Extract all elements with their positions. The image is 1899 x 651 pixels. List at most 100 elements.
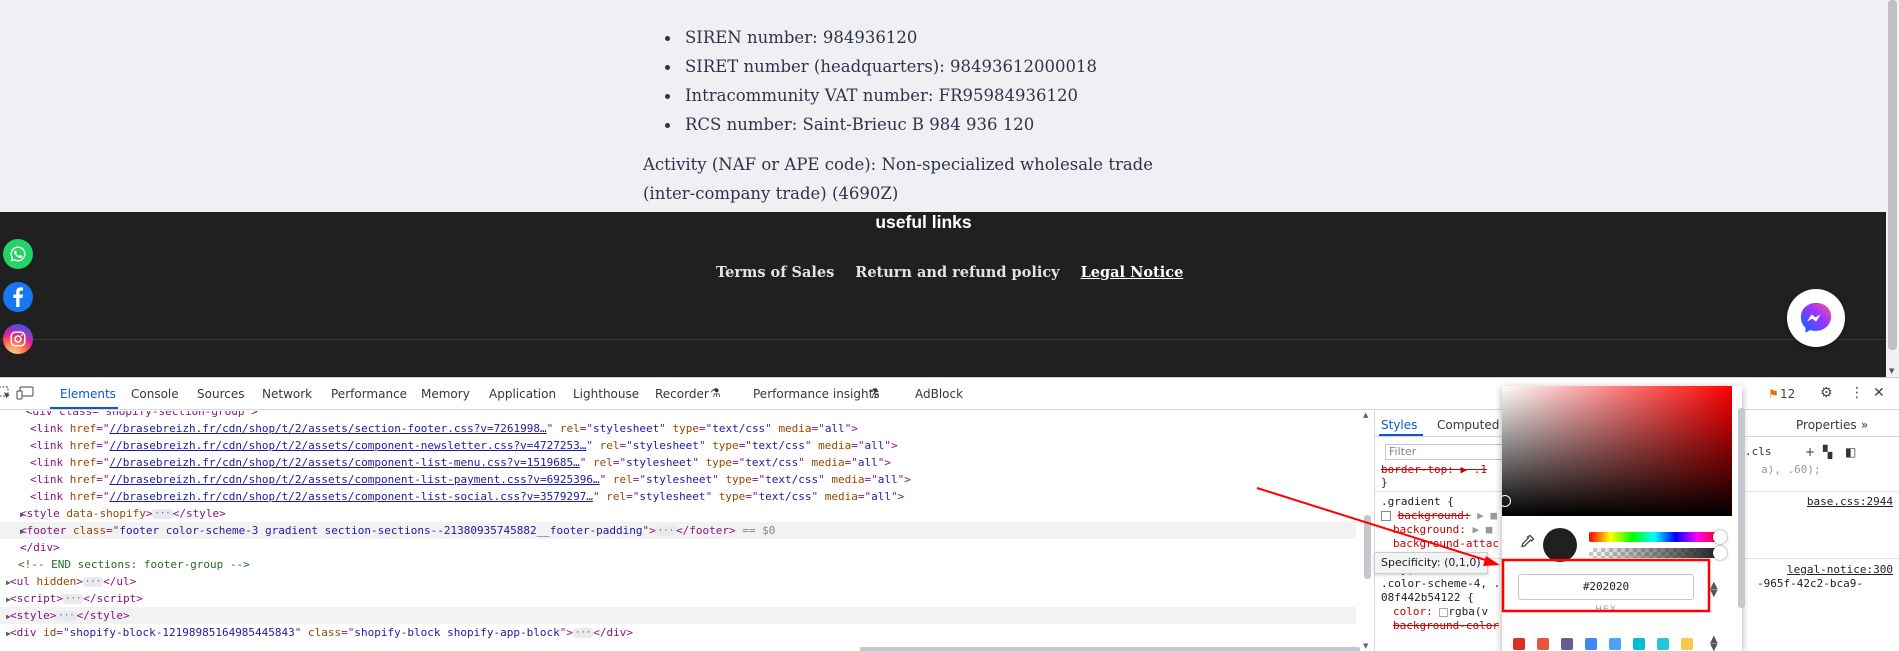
stylesheet-link[interactable]: //brasebreizh.fr/cdn/shop/t/2/assets/com… <box>110 439 587 452</box>
scroll-up-arrow-icon[interactable]: ▲ <box>1363 411 1368 419</box>
dom-row[interactable]: <link href="//brasebreizh.fr/cdn/shop/t/… <box>0 471 1356 488</box>
property-checkbox[interactable] <box>1381 511 1391 521</box>
more-tabs-chevron-icon[interactable]: » <box>1861 418 1868 432</box>
format-toggle-icon[interactable]: ▲ ▼ <box>1710 581 1718 599</box>
dom-tree-scrollbar[interactable]: ▲ ▼ <box>1362 411 1372 651</box>
whatsapp-icon[interactable] <box>3 239 33 269</box>
base-css-source-link[interactable]: base.css:2944 <box>1807 495 1893 508</box>
dom-row[interactable]: <link href="//brasebreizh.fr/cdn/shop/t/… <box>0 454 1356 471</box>
dom-tree-horizontal-scrollbar[interactable] <box>860 647 1360 651</box>
issue-count[interactable]: 12 <box>1780 387 1795 401</box>
dom-row[interactable]: <link href="//brasebreizh.fr/cdn/shop/t/… <box>0 488 1356 505</box>
terms-of-sales-link[interactable]: Terms of Sales <box>716 264 834 281</box>
saturation-value-area[interactable] <box>1502 386 1732 516</box>
truncated-rule-line: border-top: ▶ .1 <box>1381 463 1487 476</box>
dom-row[interactable]: ▶<script> ··· </script> <box>0 590 1356 607</box>
dom-row[interactable]: <!-- END sections: footer-group --> <box>0 556 1356 573</box>
hash-fragment: -965f-42c2-bca9- <box>1757 577 1863 590</box>
inspect-element-icon[interactable] <box>0 386 12 400</box>
tab-performance[interactable]: Performance <box>331 387 407 401</box>
class-toggle-button[interactable]: .cls <box>1745 445 1772 458</box>
paint-roller-icon[interactable]: ▚ <box>1823 445 1832 459</box>
legal-notice-link[interactable]: Legal Notice <box>1081 264 1184 281</box>
legal-notice-source-link[interactable]: legal-notice:300 <box>1787 563 1893 576</box>
footer-heading: useful links <box>875 212 972 232</box>
selected-dom-row[interactable]: ▶<footer class="footer color-scheme-3 gr… <box>0 522 1356 539</box>
alpha-slider[interactable] <box>1589 548 1719 558</box>
tab-computed[interactable]: Computed <box>1437 418 1499 432</box>
page-scrollbar[interactable]: ▼ <box>1886 0 1899 377</box>
tab-sources[interactable]: Sources <box>197 387 244 401</box>
block-id-value: shopify-block-12198985164985445843 <box>69 626 295 639</box>
gradient-selector[interactable]: .gradient { <box>1381 495 1454 509</box>
css-property-row[interactable]: background: ▶ ■ <box>1393 523 1492 537</box>
stylesheet-link[interactable]: //brasebreizh.fr/cdn/shop/t/2/assets/sec… <box>110 422 547 435</box>
color-scheme-selector[interactable]: .color-scheme-4, . <box>1381 577 1500 591</box>
palette-switch-icon[interactable]: ▲ ▼ <box>1710 635 1718 651</box>
site-footer: useful links Terms of Sales Return and r… <box>0 212 1886 377</box>
css-property-row[interactable]: background: ▶ ■ <box>1381 509 1497 523</box>
hex-color-input[interactable]: #202020 <box>1518 574 1694 600</box>
dom-row[interactable]: </div> <box>0 539 1356 556</box>
dom-row[interactable]: <link href="//brasebreizh.fr/cdn/shop/t/… <box>0 437 1356 454</box>
instagram-icon[interactable] <box>3 324 33 354</box>
web-page-viewport: SIREN number: 984936120 SIRET number (he… <box>0 0 1886 377</box>
dom-row[interactable]: <link href="//brasebreizh.fr/cdn/shop/t/… <box>0 420 1356 437</box>
tab-recorder[interactable]: Recorder <box>655 387 709 401</box>
scroll-down-arrow-icon[interactable]: ▼ <box>1363 642 1368 650</box>
device-toolbar-icon[interactable] <box>16 386 34 400</box>
footer-links: Terms of Sales Return and refund policy … <box>716 264 1183 281</box>
current-color-swatch <box>1543 528 1577 562</box>
tab-lighthouse[interactable]: Lighthouse <box>573 387 639 401</box>
color-picker-popup: #202020 HEX ▲ ▼ ▲ ▼ <box>1502 386 1742 651</box>
eyedropper-icon[interactable] <box>1519 534 1535 550</box>
tab-properties[interactable]: Properties <box>1796 418 1857 432</box>
tab-application[interactable]: Application <box>489 387 556 401</box>
issues-flag-icon[interactable]: ⚑ <box>1768 387 1779 401</box>
tab-performance-insights[interactable]: Performance insights <box>753 387 880 401</box>
palette-swatch[interactable] <box>1633 638 1645 650</box>
toggle-sidebar-icon[interactable]: ◧ <box>1845 445 1856 459</box>
css-property-row[interactable]: background-color <box>1393 619 1499 633</box>
close-devtools-icon[interactable]: ✕ <box>1873 385 1885 401</box>
scroll-down-arrow-icon[interactable]: ▼ <box>1889 367 1894 375</box>
styles-pane-scrollbar[interactable] <box>1738 408 1745 608</box>
dom-row[interactable]: <div class="shopify-section-group"> <box>0 411 1356 420</box>
palette-swatch[interactable] <box>1561 638 1573 650</box>
tab-network[interactable]: Network <box>262 387 312 401</box>
palette-swatch[interactable] <box>1657 638 1669 650</box>
footer-class-value: footer color-scheme-3 gradient section-s… <box>119 524 643 537</box>
tab-adblock[interactable]: AdBlock <box>915 387 963 401</box>
stylesheet-link[interactable]: //brasebreizh.fr/cdn/shop/t/2/assets/com… <box>110 473 600 486</box>
tab-console[interactable]: Console <box>131 387 179 401</box>
css-property-row[interactable]: color: rgba(v <box>1393 605 1488 619</box>
palette-swatch[interactable] <box>1681 638 1693 650</box>
html-comment: <!-- END sections: footer-group --> <box>18 558 250 571</box>
dom-row[interactable]: ▶<style data-shopify> ··· </style> <box>0 505 1356 522</box>
alpha-slider-handle[interactable] <box>1713 546 1727 560</box>
dom-row[interactable]: ▶<style> ··· </style> <box>0 607 1356 624</box>
refund-policy-link[interactable]: Return and refund policy <box>855 264 1059 281</box>
hue-slider-handle[interactable] <box>1713 530 1727 544</box>
palette-swatch[interactable] <box>1585 638 1597 650</box>
hue-slider[interactable] <box>1589 532 1719 542</box>
more-options-icon[interactable]: ⋮ <box>1850 385 1864 401</box>
facebook-icon[interactable] <box>3 282 33 312</box>
messenger-chat-button[interactable] <box>1787 289 1845 347</box>
css-property-row[interactable]: background-attac <box>1393 537 1499 551</box>
palette-swatch[interactable] <box>1513 638 1525 650</box>
stylesheet-link[interactable]: //brasebreizh.fr/cdn/shop/t/2/assets/com… <box>110 490 593 503</box>
palette-swatch[interactable] <box>1537 638 1549 650</box>
dom-row[interactable]: ▶<ul hidden> ··· </ul> <box>0 573 1356 590</box>
format-label: HEX <box>1595 605 1617 615</box>
scrollbar-thumb[interactable] <box>1888 0 1897 350</box>
tab-elements[interactable]: Elements <box>60 387 116 401</box>
dom-row[interactable]: ▶<div id="shopify-block-1219898516498544… <box>0 624 1356 641</box>
palette-swatch[interactable] <box>1609 638 1621 650</box>
scrollbar-thumb[interactable] <box>1364 515 1371 579</box>
new-style-rule-icon[interactable]: + <box>1805 445 1815 459</box>
tab-styles[interactable]: Styles <box>1381 418 1417 432</box>
tab-memory[interactable]: Memory <box>421 387 470 401</box>
settings-gear-icon[interactable]: ⚙ <box>1820 385 1833 401</box>
stylesheet-link[interactable]: //brasebreizh.fr/cdn/shop/t/2/assets/com… <box>110 456 580 469</box>
